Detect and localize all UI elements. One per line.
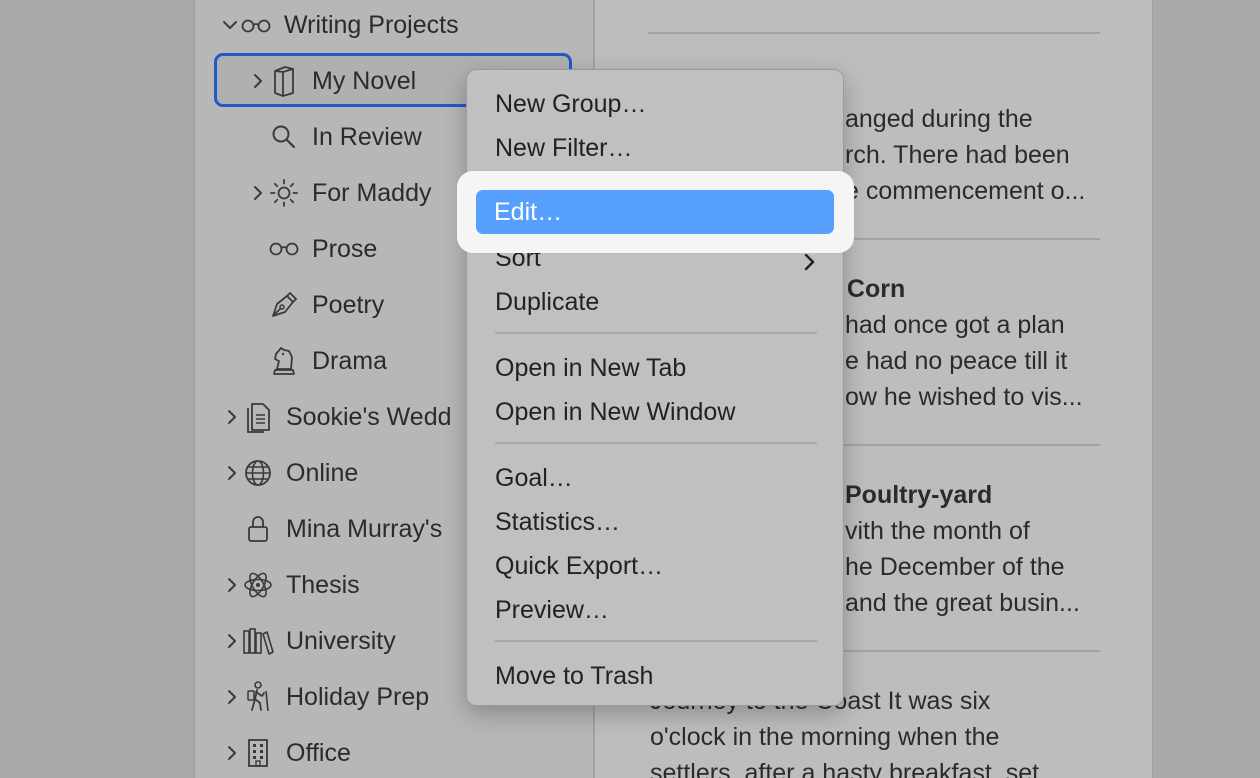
- chevron-right-icon[interactable]: [248, 71, 268, 91]
- sidebar-item-label: Online: [286, 458, 359, 487]
- globe-icon: [242, 457, 274, 489]
- sidebar-item-label: Drama: [312, 346, 388, 375]
- sheet-4-line-3[interactable]: settlers, after a hasty breakfast, set: [650, 755, 1039, 778]
- chevron-right-icon[interactable]: [222, 631, 242, 651]
- sheet-3-title-bold: Poultry-yard: [845, 481, 993, 509]
- sidebar-item-label: Mina Murray's: [286, 514, 443, 543]
- menu-separator: [495, 640, 817, 642]
- sheet-divider: [648, 32, 1100, 34]
- sidebar-item-label: Sookie's Wedd: [286, 402, 452, 431]
- chevron-right-icon[interactable]: [222, 743, 242, 763]
- group-label: Writing Projects: [284, 10, 459, 39]
- chevron-right-icon[interactable]: [222, 463, 242, 483]
- chevron-down-icon[interactable]: [220, 15, 240, 35]
- chevron-right-icon[interactable]: [222, 575, 242, 595]
- glasses-icon: [268, 233, 300, 265]
- right-background: [1153, 0, 1260, 778]
- sidebar-item-sookies-wedding[interactable]: Sookie's Wedd: [222, 392, 452, 442]
- fountain-pen-icon: [268, 289, 300, 321]
- menu-item-edit-label: Edit…: [494, 197, 563, 226]
- sun-icon: [268, 177, 300, 209]
- sidebar-item-label: University: [286, 626, 396, 655]
- atom-icon: [242, 569, 274, 601]
- menu-item-quick-export[interactable]: Quick Export…: [495, 546, 663, 586]
- sidebar-item-label: Poetry: [312, 290, 385, 319]
- sidebar-item-label: For Maddy: [312, 178, 432, 207]
- sheet-2-title-bold: Corn: [846, 275, 906, 303]
- building-icon: [242, 737, 274, 769]
- chess-knight-icon: [268, 345, 300, 377]
- sheet-2-line-2[interactable]: e had no peace till it: [845, 343, 1067, 379]
- menu-item-open-new-tab[interactable]: Open in New Tab: [495, 348, 686, 388]
- menu-item-open-new-window[interactable]: Open in New Window: [495, 392, 735, 432]
- sidebar-item-label: Office: [286, 738, 351, 767]
- sheet-1-line-2[interactable]: rch. There had been: [845, 137, 1070, 173]
- menu-item-edit[interactable]: Edit…: [476, 190, 834, 234]
- sidebar-item-for-maddy[interactable]: For Maddy: [248, 168, 431, 218]
- sidebar-item-label: Thesis: [286, 570, 360, 599]
- sidebar-item-label: My Novel: [312, 66, 417, 95]
- hiker-icon: [242, 681, 274, 713]
- sheet-3-line-1[interactable]: vith the month of: [845, 513, 1030, 549]
- sidebar-item-poetry[interactable]: Poetry: [248, 280, 384, 330]
- sidebar-item-office[interactable]: Office: [222, 728, 351, 778]
- document-icon: [242, 401, 274, 433]
- menu-item-preview[interactable]: Preview…: [495, 590, 609, 630]
- sidebar-item-holiday-prep[interactable]: Holiday Prep: [222, 672, 429, 722]
- sheet-1-line-3[interactable]: e commencement o...: [845, 173, 1085, 209]
- menu-item-new-filter[interactable]: New Filter…: [495, 128, 633, 168]
- menu-item-move-to-trash[interactable]: Move to Trash: [495, 656, 653, 696]
- chevron-right-icon[interactable]: [248, 183, 268, 203]
- sidebar-item-drama[interactable]: Drama: [248, 336, 387, 386]
- sidebar-item-label: Prose: [312, 234, 378, 263]
- chevron-right-icon[interactable]: [222, 687, 242, 707]
- search-icon: [268, 121, 300, 153]
- sidebar-item-label: Holiday Prep: [286, 682, 430, 711]
- menu-item-duplicate[interactable]: Duplicate: [495, 282, 599, 322]
- sheet-3-title[interactable]: Poultry-yard: [845, 477, 992, 513]
- sidebar-item-online[interactable]: Online: [222, 448, 358, 498]
- sidebar-item-thesis[interactable]: Thesis: [222, 560, 360, 610]
- sheet-4-line-2[interactable]: o'clock in the morning when the: [650, 719, 999, 755]
- lock-icon: [242, 513, 274, 545]
- sidebar-item-my-novel[interactable]: My Novel: [248, 56, 416, 106]
- glasses-icon: [240, 9, 272, 41]
- sheet-3-line-2[interactable]: he December of the: [845, 549, 1065, 585]
- sidebar-item-in-review[interactable]: In Review: [248, 112, 422, 162]
- left-background: [0, 0, 194, 778]
- chevron-right-icon[interactable]: [222, 407, 242, 427]
- menu-separator: [495, 332, 817, 334]
- sidebar-item-label: In Review: [312, 122, 422, 151]
- menu-item-new-group[interactable]: New Group…: [495, 84, 646, 124]
- sidebar-item-mina-murray[interactable]: Mina Murray's: [222, 504, 442, 554]
- menu-separator: [495, 442, 817, 444]
- context-menu: New Group… New Filter… Sort Duplicate Op…: [466, 69, 844, 706]
- sheet-2-line-1[interactable]: had once got a plan: [845, 307, 1065, 343]
- sheet-1-line-1[interactable]: anged during the: [845, 101, 1033, 137]
- sidebar-item-prose[interactable]: Prose: [248, 224, 377, 274]
- group-writing-projects[interactable]: Writing Projects: [220, 0, 459, 50]
- sheet-3-line-3[interactable]: and the great busin...: [845, 585, 1080, 621]
- books-icon: [242, 625, 274, 657]
- sidebar-item-university[interactable]: University: [222, 616, 396, 666]
- sheet-2-line-3[interactable]: ow he wished to vis...: [845, 379, 1083, 415]
- book-icon: [268, 65, 300, 97]
- chevron-right-icon: [803, 249, 817, 278]
- menu-item-statistics[interactable]: Statistics…: [495, 502, 620, 542]
- menu-item-goal[interactable]: Goal…: [495, 458, 573, 498]
